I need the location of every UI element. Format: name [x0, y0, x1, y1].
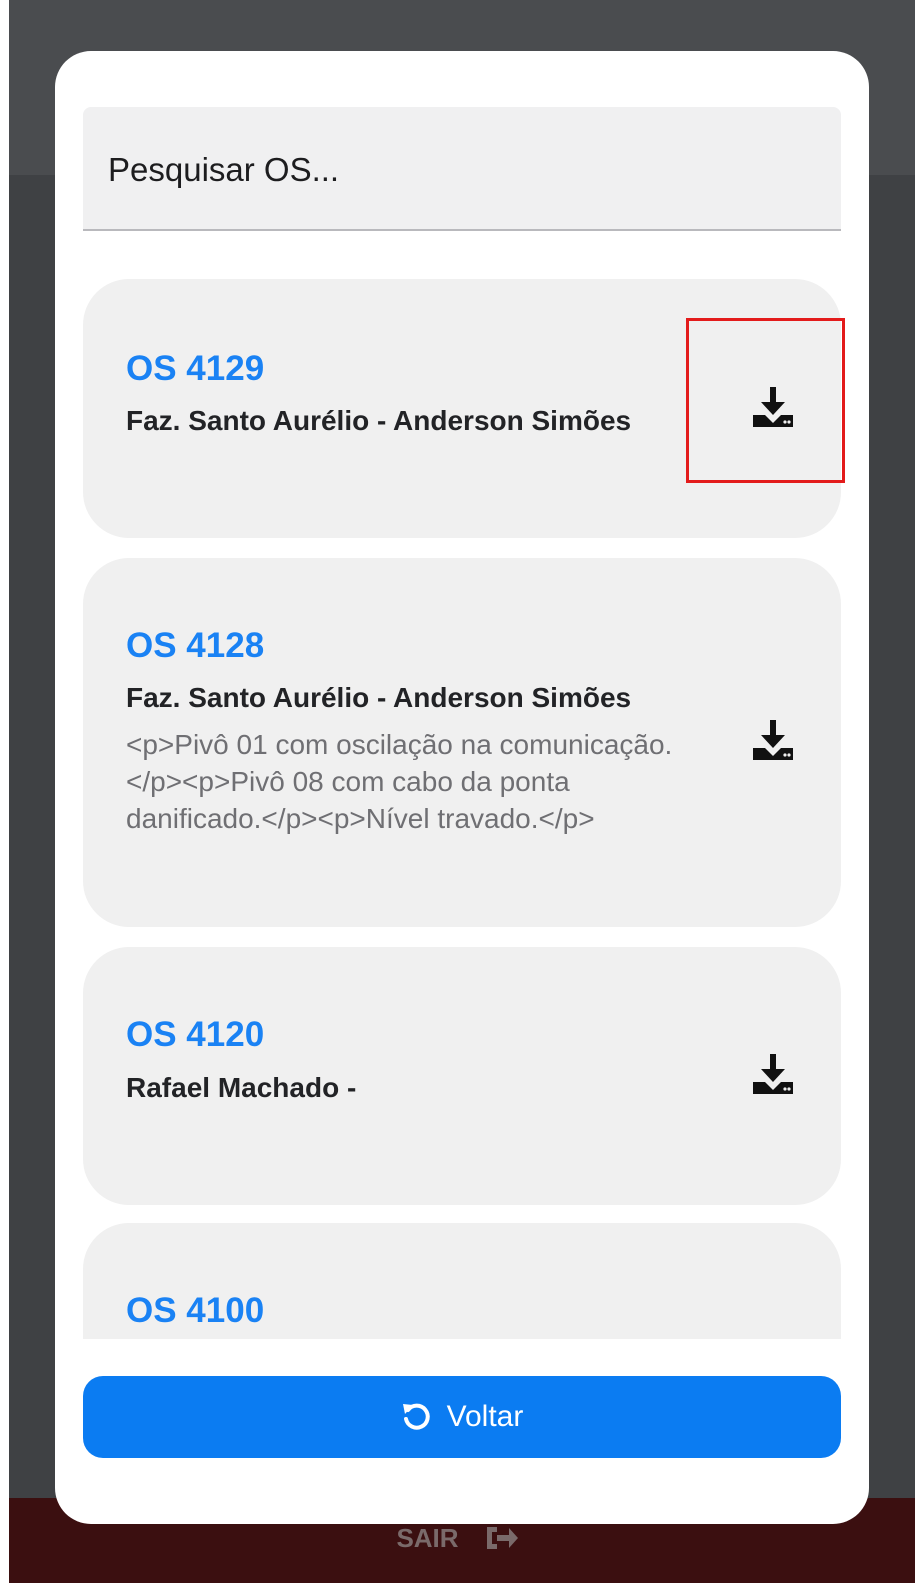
os-card-4100[interactable]: OS 4100 [83, 1223, 841, 1339]
os-number: OS 4100 [126, 1291, 265, 1330]
os-client: Rafael Machado - [126, 1072, 357, 1103]
os-list[interactable]: OS 4129 Faz. Santo Aurélio - Anderson Si… [83, 279, 841, 1339]
os-client: Faz. Santo Aurélio - Anderson Simões [126, 405, 632, 436]
os-description: <p>Pivô 01 com oscilação na comunicação.… [126, 729, 673, 834]
download-icon[interactable] [749, 385, 797, 429]
os-number: OS 4128 [126, 626, 265, 665]
os-number: OS 4120 [126, 1015, 265, 1054]
undo-icon [402, 1403, 430, 1430]
os-card-4120[interactable]: OS 4120 Rafael Machado - [83, 947, 841, 1205]
download-icon[interactable] [749, 1052, 797, 1096]
back-button-label: Voltar [446, 1400, 524, 1433]
os-card-4129[interactable]: OS 4129 Faz. Santo Aurélio - Anderson Si… [83, 279, 841, 538]
back-button[interactable]: Voltar [83, 1376, 841, 1458]
search-placeholder: Pesquisar OS... [108, 151, 340, 188]
background-edge [0, 0, 9, 1583]
search-field[interactable]: Pesquisar OS... [83, 107, 841, 231]
background-logout: SAIR [0, 1518, 915, 1558]
os-card-4128[interactable]: OS 4128 Faz. Santo Aurélio - Anderson Si… [83, 558, 841, 927]
download-icon[interactable] [749, 718, 797, 762]
os-client: Faz. Santo Aurélio - Anderson Simões [126, 682, 632, 713]
os-selection-modal: Pesquisar OS... OS 4129 Faz. Santo Aurél… [55, 51, 869, 1524]
logout-label: SAIR [396, 1522, 459, 1553]
logout-icon [486, 1527, 518, 1549]
os-number: OS 4129 [126, 349, 265, 388]
